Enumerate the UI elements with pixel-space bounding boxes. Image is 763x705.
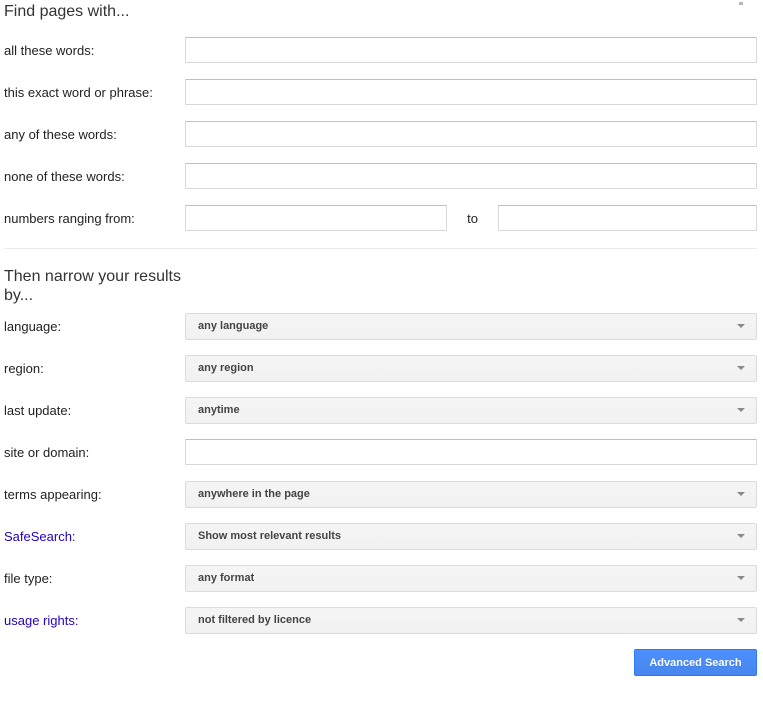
region-row: region: any region [4, 354, 757, 382]
numbers-ranging-label: numbers ranging from: [4, 210, 135, 226]
all-these-words-label: all these words: [4, 42, 95, 58]
file-type-select[interactable]: any format [185, 564, 757, 592]
to-label: to [467, 210, 478, 226]
usage-rights-select-value: not filtered by licence [198, 614, 312, 626]
usage-rights-row: usage rights: not filtered by licence [4, 606, 757, 634]
advanced-search-button[interactable]: Advanced Search [634, 649, 757, 676]
file-type-select-value: any format [198, 572, 255, 584]
terms-appearing-label: terms appearing: [4, 486, 102, 502]
page-edge-artifact [739, 2, 743, 5]
all-these-words-input[interactable] [185, 37, 757, 63]
language-select-value: any language [198, 320, 269, 332]
number-low-input[interactable] [185, 205, 447, 231]
region-label: region: [4, 360, 44, 376]
chevron-down-icon [737, 408, 745, 412]
last-update-label: last update: [4, 402, 72, 418]
narrow-results-heading: Then narrow your results by... [4, 268, 181, 304]
all-these-words-row: all these words: [4, 37, 757, 63]
exact-phrase-input[interactable] [185, 79, 757, 105]
terms-appearing-select-value: anywhere in the page [198, 488, 310, 500]
none-words-label: none of these words: [4, 168, 125, 184]
usage-rights-link[interactable]: usage rights: [4, 613, 185, 628]
chevron-down-icon [737, 618, 745, 622]
terms-appearing-row: terms appearing: anywhere in the page [4, 480, 757, 508]
find-pages-heading: Find pages with... [4, 3, 130, 20]
none-words-row: none of these words: [4, 163, 757, 189]
chevron-down-icon [737, 534, 745, 538]
any-words-row: any of these words: [4, 121, 757, 147]
numbers-ranging-row: numbers ranging from: to [4, 205, 757, 231]
none-words-input[interactable] [185, 163, 757, 189]
terms-appearing-select[interactable]: anywhere in the page [185, 480, 757, 508]
last-update-row: last update: anytime [4, 396, 757, 424]
any-words-input[interactable] [185, 121, 757, 147]
number-high-input[interactable] [498, 205, 757, 231]
advanced-search-form: Find pages with... all these words: this… [0, 0, 763, 676]
section-divider [4, 248, 757, 249]
language-row: language: any language [4, 312, 757, 340]
site-or-domain-row: site or domain: [4, 439, 757, 465]
safesearch-select-value: Show most relevant results [198, 530, 342, 542]
language-select[interactable]: any language [185, 312, 757, 340]
chevron-down-icon [737, 576, 745, 580]
chevron-down-icon [737, 492, 745, 496]
safesearch-link[interactable]: SafeSearch: [4, 529, 185, 544]
site-or-domain-input[interactable] [185, 439, 757, 465]
last-update-select-value: anytime [198, 404, 240, 416]
last-update-select[interactable]: anytime [185, 396, 757, 424]
any-words-label: any of these words: [4, 126, 117, 142]
site-or-domain-label: site or domain: [4, 444, 90, 460]
safesearch-row: SafeSearch: Show most relevant results [4, 522, 757, 550]
file-type-label: file type: [4, 570, 53, 586]
usage-rights-select[interactable]: not filtered by licence [185, 606, 757, 634]
safesearch-select[interactable]: Show most relevant results [185, 522, 757, 550]
footer-actions: Advanced Search [4, 649, 757, 676]
region-select[interactable]: any region [185, 354, 757, 382]
chevron-down-icon [737, 366, 745, 370]
region-select-value: any region [198, 362, 254, 374]
exact-phrase-label: this exact word or phrase: [4, 84, 153, 100]
chevron-down-icon [737, 324, 745, 328]
language-label: language: [4, 318, 62, 334]
file-type-row: file type: any format [4, 564, 757, 592]
exact-phrase-row: this exact word or phrase: [4, 79, 757, 105]
